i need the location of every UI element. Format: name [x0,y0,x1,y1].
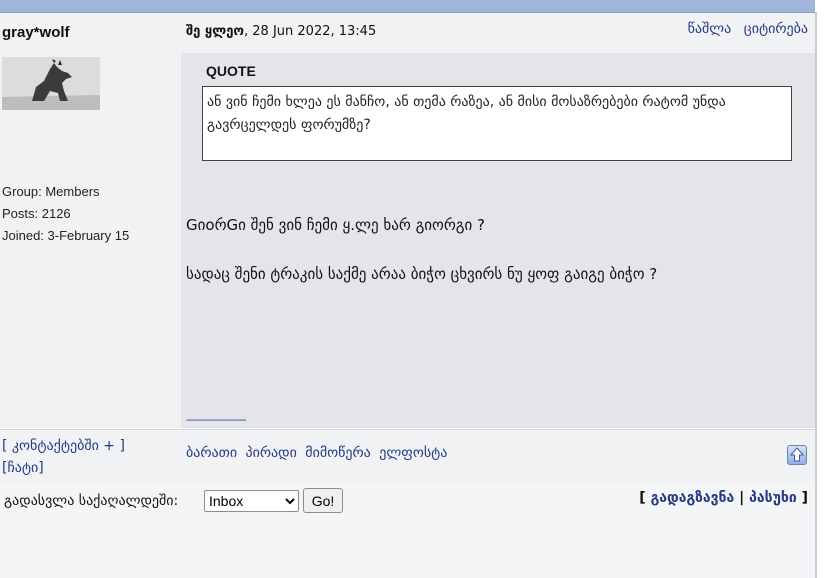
folder-select[interactable]: Inbox [204,490,299,512]
post-footer: [ კონტაქტებში + ] [ჩატი] ბარათი პირადი მ… [0,429,815,483]
profile-links: ბარათი პირადი მიმოწერა ელფოსტა [186,445,451,461]
user-posts: Posts: 2126 [2,206,71,221]
forward-link[interactable]: გადაგზავნა [651,490,735,506]
post-line-1: GიoრGი შენ ვინ ჩემი ყ.ლე ხარ გიორგი ? [186,216,485,234]
message-link[interactable]: მიმოწერა [305,445,371,461]
delete-link[interactable]: წაშლა [688,21,732,37]
avatar [2,57,100,110]
sender-name[interactable]: შე ყლეო [186,24,244,39]
message-body: QUOTE ან ვინ ჩემი ხლეა ეს მანჩო, ან თემა… [182,53,815,428]
block-link[interactable]: [ჩატი] [2,460,44,476]
post-text: GიoრGი შენ ვინ ჩემი ყ.ლე ხარ გიორგი ? სა… [186,213,657,311]
user-info: Group: Members Posts: 2126 Joined: 3-Feb… [2,181,129,247]
post-actions: წაშლა ციტირება [680,21,808,37]
user-group: Group: Members [2,184,100,199]
folder-bar: გადასვლა საქაღალდეში: Inbox Go! [ გადაგზ… [0,482,815,578]
post-header: gray*wolf შე ყლეო, 28 Jun 2022, 13:45 წა… [0,13,815,54]
add-contact-link[interactable]: [ კონტაქტებში + ] [2,438,125,454]
bracket-open: [ [639,490,646,506]
goto-folder-label: გადასვლა საქაღალდეში: [4,493,179,509]
separator: | [739,490,745,506]
email-link[interactable]: ელფოსტა [379,445,447,461]
wolf-icon [2,57,100,110]
author-name[interactable]: gray*wolf [2,24,70,41]
quote-title: QUOTE [206,63,256,79]
post-datetime: , 28 Jun 2022, 13:45 [244,24,377,39]
post-line-2: სადაც შენი ტრაკის საქმე არაა ბიჭო ცხვირს… [186,265,658,283]
private-link[interactable]: პირადი [246,445,297,461]
signature-divider: -------------------- [186,413,246,426]
post-meta: შე ყლეო, 28 Jun 2022, 13:45 [186,24,376,39]
profile-card-link[interactable]: ბარათი [186,445,237,461]
message-actions: [ გადაგზავნა | პასუხი ] [639,490,808,506]
reply-link[interactable]: პასუხი [749,490,797,506]
bracket-close: ] [801,490,808,506]
quote-box: ან ვინ ჩემი ხლეა ეს მანჩო, ან თემა რაზეა… [202,86,792,161]
scroll-top-button[interactable] [787,445,807,465]
user-joined: Joined: 3-February 15 [2,228,130,243]
contacts-area: [ კონტაქტებში + ] [ჩატი] [2,435,125,479]
go-button[interactable]: Go! [303,488,343,513]
user-panel: Group: Members Posts: 2126 Joined: 3-Feb… [0,53,182,428]
quote-link[interactable]: ციტირება [744,21,808,37]
arrow-up-icon [790,447,804,462]
